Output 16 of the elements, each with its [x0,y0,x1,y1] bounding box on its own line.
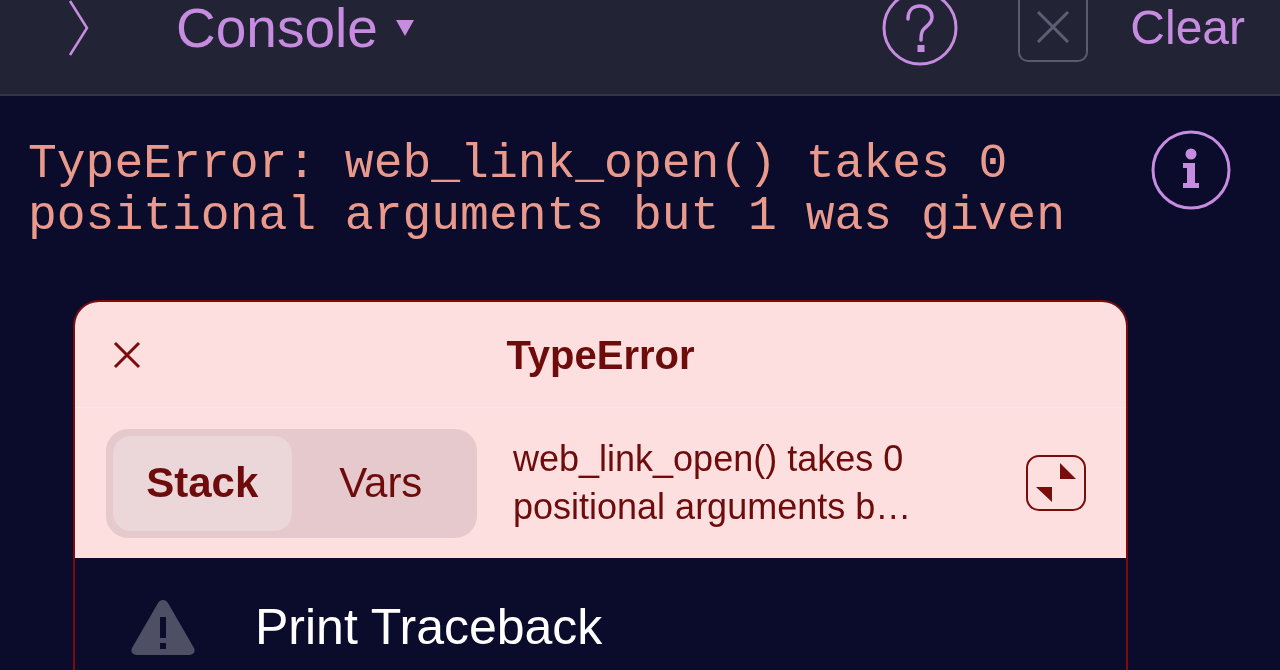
warning-icon [130,598,196,656]
caret-icon [395,20,414,36]
console-dropdown[interactable]: Console [176,0,414,56]
segment-tab[interactable]: Stack [113,435,292,531]
info-icon[interactable] [1151,130,1231,210]
close-icon[interactable] [113,340,141,369]
help-icon[interactable] [882,0,959,66]
clear-button[interactable]: Clear [1130,4,1245,52]
error-summary: web_link_open() takes 0 positional arguments b… [513,437,913,529]
chevron-right-icon[interactable] [66,0,90,56]
error-title: TypeError [506,334,695,375]
error-message: TypeError: web_link_open() takes 0 positional arguments but 1 was given [28,138,1066,242]
collapse-icon[interactable] [1026,455,1086,511]
segment-tab[interactable]: Vars [291,435,470,531]
close-icon [1036,11,1071,43]
menu-item[interactable]: Print Traceback [130,598,603,656]
